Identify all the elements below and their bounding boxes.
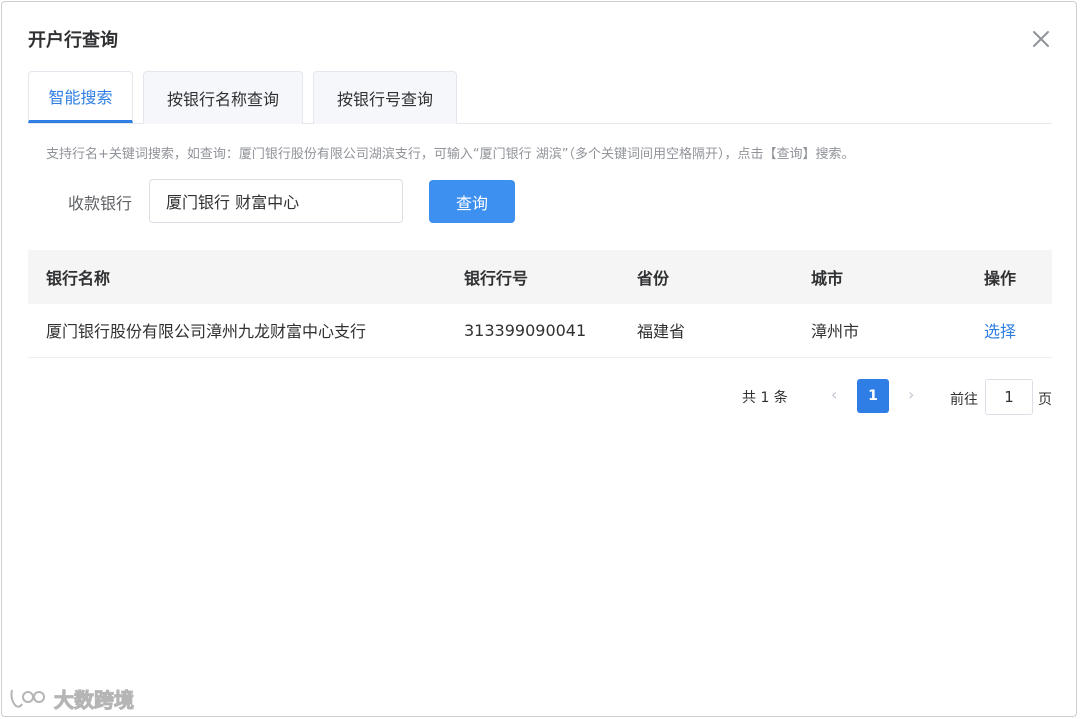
page-number-current[interactable]: 1 — [857, 379, 889, 413]
column-header-action: 操作 — [966, 250, 1052, 304]
watermark-logo-icon — [10, 689, 45, 708]
watermark-text: 大数跨境 — [54, 687, 135, 712]
column-header-province: 省份 — [619, 250, 793, 304]
prev-page-icon[interactable]: ‹ — [831, 385, 837, 404]
dialog-title: 开户行查询 — [28, 30, 118, 51]
next-page-icon[interactable]: › — [908, 385, 914, 404]
close-icon[interactable] — [1028, 26, 1054, 52]
results-table: 银行名称 银行行号 省份 城市 操作 厦门银行股份有限公司漳州九龙财富中心支行 … — [28, 250, 1052, 358]
table-row: 厦门银行股份有限公司漳州九龙财富中心支行 313399090041 福建省 漳州… — [28, 304, 1052, 358]
column-header-bank-code: 银行行号 — [446, 250, 619, 304]
bank-query-dialog: 开户行查询 智能搜索 按银行名称查询 按银行号查询 支持行名+关键词搜索，如查询… — [1, 1, 1077, 717]
cell-bank-name: 厦门银行股份有限公司漳州九龙财富中心支行 — [28, 304, 446, 358]
goto-page-input[interactable] — [985, 379, 1033, 415]
cell-bank-code: 313399090041 — [446, 304, 619, 358]
cell-province: 福建省 — [619, 304, 793, 358]
tab-by-bank-code[interactable]: 按银行号查询 — [313, 71, 457, 124]
column-header-city: 城市 — [793, 250, 966, 304]
goto-unit-label: 页 — [1038, 392, 1052, 408]
pagination: 共 1 条 ‹ 1 › 前往 页 — [2, 379, 1080, 415]
query-button[interactable]: 查询 — [429, 180, 515, 223]
tab-by-bank-name[interactable]: 按银行名称查询 — [143, 71, 303, 124]
tab-smart-search[interactable]: 智能搜索 — [28, 71, 133, 123]
goto-label: 前往 — [950, 392, 978, 408]
select-link[interactable]: 选择 — [966, 304, 1052, 358]
pagination-total: 共 1 条 — [742, 390, 788, 406]
search-hint: 支持行名+关键词搜索，如查询：厦门银行股份有限公司湖滨支行，可输入“厦门银行 湖… — [46, 147, 855, 162]
watermark: 大数跨境 — [8, 684, 135, 712]
column-header-bank-name: 银行名称 — [28, 250, 446, 304]
table-header-row: 银行名称 银行行号 省份 城市 操作 — [28, 250, 1052, 304]
payee-bank-input[interactable] — [149, 179, 403, 223]
cell-city: 漳州市 — [793, 304, 966, 358]
tab-bar: 智能搜索 按银行名称查询 按银行号查询 — [28, 71, 1052, 124]
payee-bank-label: 收款银行 — [68, 194, 133, 213]
